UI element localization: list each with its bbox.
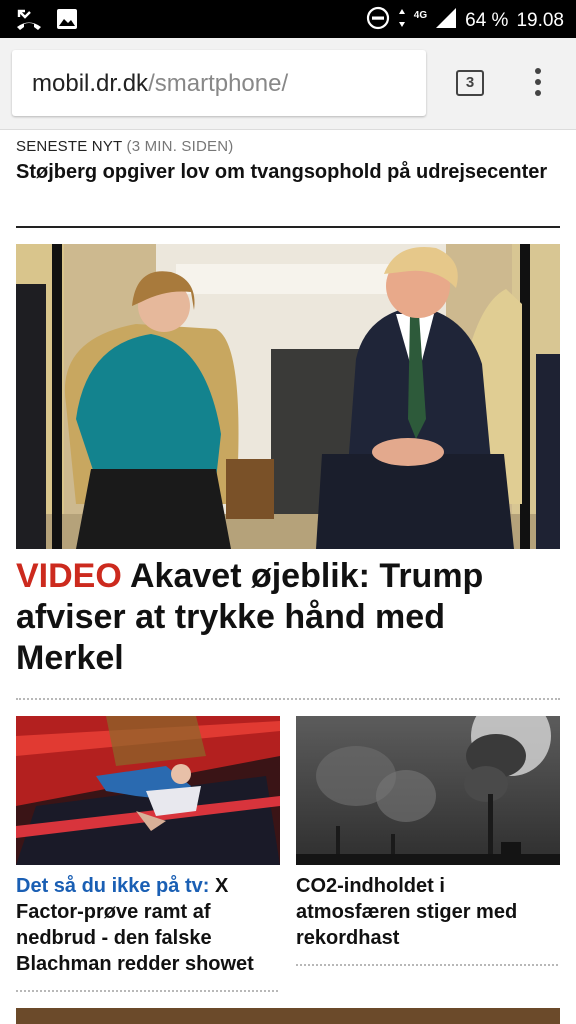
card-image-xfactor[interactable]: [16, 716, 280, 865]
url-text[interactable]: mobil.dr.dk/smartphone/: [32, 70, 288, 98]
divider: [16, 698, 560, 700]
latest-headline[interactable]: Støjberg opgiver lov om tvangsophold på …: [16, 159, 560, 185]
url-domain: mobil.dr.dk: [32, 70, 149, 97]
divider: [296, 964, 558, 966]
hero-image[interactable]: [16, 244, 560, 549]
latest-label-row: SENESTE NYT (3 MIN. SIDEN): [16, 138, 560, 155]
signal-4g-icon: [435, 7, 457, 35]
battery-level: 64 %: [465, 10, 509, 31]
divider: [16, 226, 560, 228]
overflow-menu-icon[interactable]: [530, 68, 546, 100]
latest-time: (3 MIN. SIDEN): [126, 138, 234, 155]
video-tag: VIDEO: [16, 557, 122, 595]
do-not-disturb-icon: [366, 6, 390, 36]
card-headline-xfactor[interactable]: Det så du ikke på tv: X Factor-prøve ram…: [16, 873, 280, 977]
missed-call-icon: [16, 7, 42, 36]
hero-headline[interactable]: VIDEO Akavet øjeblik: Trump afviser at t…: [16, 556, 560, 679]
data-arrows-icon: [398, 8, 406, 34]
latest-label: SENESTE NYT: [16, 138, 123, 155]
url-path: /smartphone/: [148, 70, 289, 97]
image-icon: [56, 8, 78, 35]
clock: 19.08: [516, 10, 564, 31]
network-type: 4G: [413, 9, 428, 21]
latest-news[interactable]: SENESTE NYT (3 MIN. SIDEN) Støjberg opgi…: [16, 138, 560, 185]
tab-switcher-button[interactable]: 3: [456, 70, 484, 96]
browser-toolbar: mobil.dr.dk/smartphone/ 3: [0, 38, 576, 130]
address-bar[interactable]: mobil.dr.dk/smartphone/: [12, 50, 426, 116]
card-headline-text: CO2-indholdet i atmosfæren stiger med re…: [296, 875, 518, 949]
card-kicker: Det så du ikke på tv:: [16, 875, 210, 897]
card-headline-co2[interactable]: CO2-indholdet i atmosfæren stiger med re…: [296, 873, 560, 951]
card-image-co2[interactable]: [296, 716, 560, 865]
next-article-image[interactable]: [16, 1008, 560, 1024]
status-bar: 4G 64 % 19.08: [0, 0, 576, 38]
divider: [16, 990, 278, 992]
